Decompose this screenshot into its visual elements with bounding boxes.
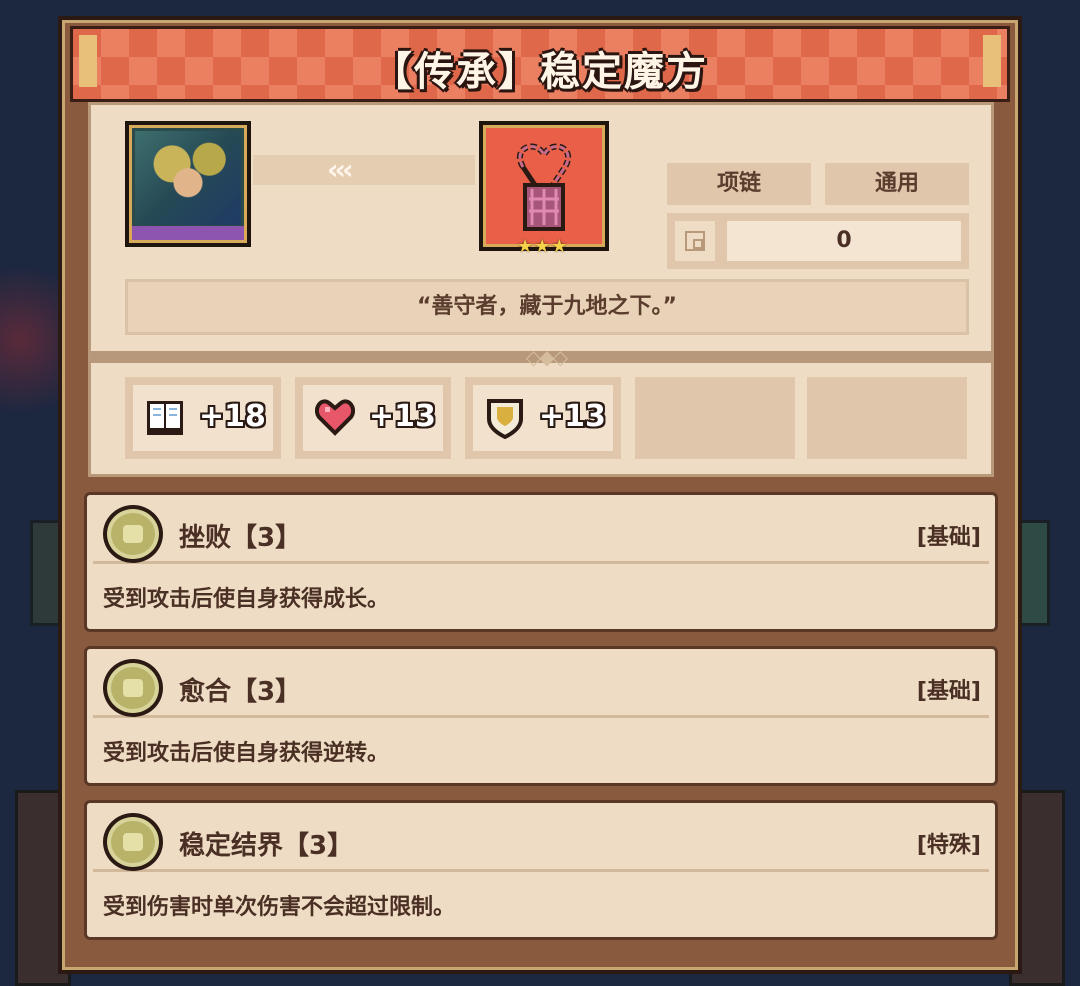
skill-name: 挫败【3】 [179,523,302,553]
skill-card[interactable]: 稳定结界【3】 [特殊] 受到伤害时单次伤害不会超过限制。 [84,800,998,940]
skill-description: 受到攻击后使自身获得逆转。 [103,741,390,766]
skill-type: [基础] [916,525,981,550]
character-portrait[interactable] [125,121,251,247]
item-quote: “善守者，藏于九地之下。” [417,294,677,319]
skill-card[interactable]: 挫败【3】 [基础] 受到攻击后使自身获得成长。 [84,492,998,632]
portrait-art [135,131,241,225]
attribute-slot-book[interactable]: +18 [125,377,281,459]
transfer-arrows-icon: ‹‹‹ [327,153,354,186]
attribute-value: +18 [199,399,266,434]
divider-ornament-icon: ◇◆◇ [525,345,568,369]
tag-slot: 项链 [667,163,811,205]
skill-description: 受到伤害时单次伤害不会超过限制。 [103,895,456,920]
skill-name: 稳定结界【3】 [179,831,354,861]
skill-name: 愈合【3】 [179,677,302,707]
heart-icon [315,399,355,436]
attribute-slot-empty [807,377,967,459]
skill-card[interactable]: 愈合【3】 [基础] 受到攻击后使自身获得逆转。 [84,646,998,786]
cube-icon [685,231,705,251]
item-stars: ★★★ [517,236,569,257]
attribute-slot-shield[interactable]: +13 [465,377,621,459]
stat-icon-cell [675,221,715,261]
skill-type: [特殊] [916,833,981,858]
skill-type: [基础] [916,679,981,704]
item-stat-box: 0 [667,213,969,269]
title-bar: 【传承】稳定魔方 [70,26,1010,102]
item-detail-panel: 【传承】稳定魔方 ‹‹‹ ★★★ 项链 通用 0 “善守者，藏于九地之下。” ◇… [58,16,1022,974]
skill-badge-icon [103,813,163,871]
attribute-slot-empty [635,377,795,459]
book-icon [147,401,183,435]
attribute-value: +13 [369,399,436,434]
transfer-track [253,155,475,185]
stat-value: 0 [727,221,961,261]
shield-icon [487,399,523,439]
item-title: 【传承】稳定魔方 [372,49,708,95]
skill-description: 受到攻击后使自身获得成长。 [103,587,390,612]
skill-header: 愈合【3】 [基础] [93,655,989,718]
attribute-value: +13 [539,399,606,434]
item-icon-frame[interactable]: ★★★ [479,121,609,257]
attribute-slot-heart[interactable]: +13 [295,377,451,459]
skill-header: 挫败【3】 [基础] [93,501,989,564]
skill-header: 稳定结界【3】 [特殊] [93,809,989,872]
item-summary-area: ‹‹‹ ★★★ 项链 通用 0 “善守者，藏于九地之下。” ◇◆◇ +18 +1… [88,102,994,477]
portrait-rarity-bar [132,226,244,240]
skill-badge-icon [103,505,163,563]
tag-class: 通用 [825,163,969,205]
necklace-icon [517,143,571,231]
skill-badge-icon [103,659,163,717]
item-quote-box: “善守者，藏于九地之下。” [125,279,969,335]
